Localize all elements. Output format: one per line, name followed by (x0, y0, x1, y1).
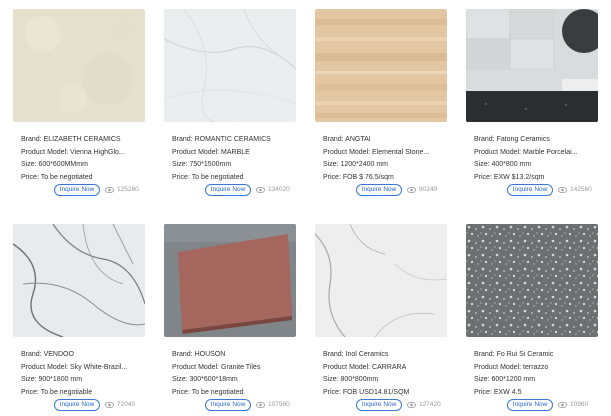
model-text: Product Model: CARRARA (323, 363, 407, 371)
size-text: Size: 300*600*18mm (172, 376, 238, 383)
eye-icon (407, 401, 416, 409)
carrara-marble-photo (315, 224, 447, 337)
product-image[interactable] (315, 224, 447, 337)
card-actions: Inquire Now 72040 (13, 399, 153, 413)
beige-tile-photo (13, 9, 145, 122)
grey-veined-marble-photo (13, 224, 145, 337)
terrazzo-photo (466, 224, 598, 337)
inquire-now-button[interactable]: Inquire Now (54, 184, 100, 196)
view-count: 90240 (419, 186, 438, 193)
card-actions: Inquire Now 127420 (315, 399, 455, 413)
size-text: Size: 400*800 mm (474, 161, 532, 168)
travertine-photo (315, 9, 447, 122)
card-actions: Inquire Now 90240 (315, 184, 455, 198)
view-count: 10960 (570, 401, 589, 408)
brand-text: Brand: VENDOO (21, 351, 74, 358)
model-text: Product Model: Elemental Stone... (323, 148, 430, 156)
card-actions: Inquire Now 142560 (466, 184, 606, 198)
model-text: Product Model: Vienna HighGlo... (21, 148, 125, 156)
price-text: Price: FOB USD14.81/SQM (323, 388, 410, 396)
model-text: Product Model: Granite Tiles (172, 363, 261, 371)
product-image[interactable] (466, 224, 598, 337)
brand-text: Brand: HOUSON (172, 351, 226, 358)
view-count: 127420 (419, 401, 441, 408)
price-text: Price: EXW $13.2/sqm (474, 173, 545, 181)
view-count: 107560 (268, 401, 290, 408)
product-image[interactable] (164, 224, 296, 337)
eye-icon (256, 186, 265, 194)
inquire-now-button[interactable]: Inquire Now (54, 399, 100, 411)
brand-text: Brand: Fatong Ceramics (474, 136, 550, 143)
product-image[interactable] (164, 9, 296, 122)
size-text: Size: 600*600MMmm (21, 161, 88, 168)
price-text: Price: To be negotiable (21, 388, 93, 396)
size-text: Size: 900*1800 mm (21, 376, 83, 383)
product-info: Brand: HOUSON Product Model: Granite Til… (172, 349, 304, 399)
model-text: Product Model: Marble Porcelai... (474, 148, 578, 156)
card-actions: Inquire Now 107560 (164, 399, 304, 413)
eye-icon (105, 186, 114, 194)
brand-text: Brand: ELIZABETH CERAMICS (21, 136, 121, 143)
product-info: Brand: ANGTAI Product Model: Elemental S… (323, 134, 455, 184)
view-count: 72040 (117, 401, 136, 408)
red-granite-tile-photo (164, 224, 296, 337)
product-info: Brand: ROMANTIC CERAMICS Product Model: … (172, 134, 304, 184)
product-image[interactable] (13, 224, 145, 337)
brand-text: Brand: ANGTAI (323, 136, 371, 143)
price-text: Price: To be negotiated (172, 173, 244, 181)
product-info: Brand: Fo Rui Si Ceramic Product Model: … (474, 349, 606, 399)
inquire-now-button[interactable]: Inquire Now (205, 184, 251, 196)
brand-text: Brand: ROMANTIC CERAMICS (172, 136, 271, 143)
card-actions: Inquire Now 125260 (13, 184, 153, 198)
product-image[interactable] (13, 9, 145, 122)
inquire-now-button[interactable]: Inquire Now (205, 399, 251, 411)
price-text: Price: FOB $ 76.5/sqm (323, 173, 394, 181)
size-text: Size: 800*800mm (323, 376, 379, 383)
product-image[interactable] (466, 9, 598, 122)
inquire-now-button[interactable]: Inquire Now (507, 184, 553, 196)
model-text: Product Model: Sky White-Brazil... (21, 363, 128, 371)
view-count: 142560 (570, 186, 592, 193)
eye-icon (105, 401, 114, 409)
inquire-now-button[interactable]: Inquire Now (356, 184, 402, 196)
price-text: Price: EXW 4.5 (474, 388, 522, 396)
size-text: Size: 1200*2400 mm (323, 161, 388, 168)
eye-icon (558, 186, 567, 194)
eye-icon (256, 401, 265, 409)
brand-text: Brand: Fo Rui Si Ceramic (474, 351, 554, 358)
product-image[interactable] (315, 9, 447, 122)
view-count: 125260 (117, 186, 139, 193)
size-text: Size: 600*1200 mm (474, 376, 536, 383)
inquire-now-button[interactable]: Inquire Now (356, 399, 402, 411)
eye-icon (558, 401, 567, 409)
size-text: Size: 750*1500mm (172, 161, 232, 168)
model-text: Product Model: terrazzo (474, 363, 549, 371)
view-count: 134020 (268, 186, 290, 193)
price-text: Price: To be negotiated (21, 173, 93, 181)
bathroom-marble-photo (466, 9, 598, 122)
product-info: Brand: VENDOO Product Model: Sky White-B… (21, 349, 153, 399)
white-marble-photo (164, 9, 296, 122)
product-info: Brand: ELIZABETH CERAMICS Product Model:… (21, 134, 153, 184)
card-actions: Inquire Now 134020 (164, 184, 304, 198)
inquire-now-button[interactable]: Inquire Now (507, 399, 553, 411)
price-text: Price: To be negotiated (172, 388, 244, 396)
product-info: Brand: Fatong Ceramics Product Model: Ma… (474, 134, 606, 184)
product-info: Brand: Inol Ceramics Product Model: CARR… (323, 349, 455, 399)
eye-icon (407, 186, 416, 194)
brand-text: Brand: Inol Ceramics (323, 351, 389, 358)
card-actions: Inquire Now 10960 (466, 399, 606, 413)
model-text: Product Model: MARBLE (172, 148, 250, 156)
